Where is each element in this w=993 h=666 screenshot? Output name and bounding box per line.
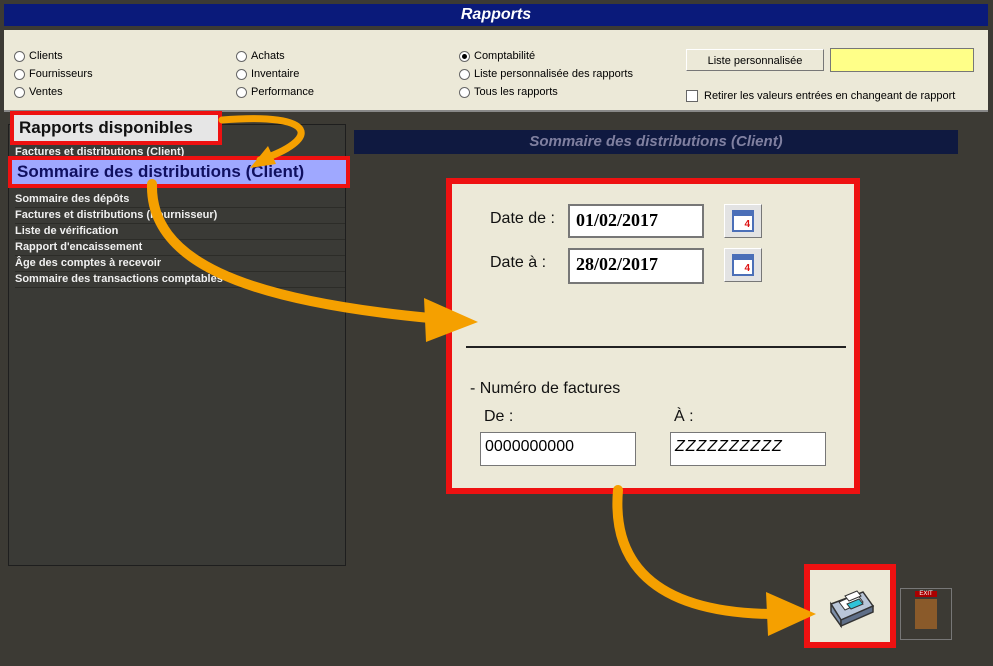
window-title: Rapports: [4, 4, 988, 26]
invoice-from-field[interactable]: 0000000000: [480, 432, 636, 466]
checkbox-box[interactable]: [686, 90, 698, 102]
radio-indicator[interactable]: [459, 68, 470, 80]
report-parameters-panel: Date de : 01/02/2017 4 Date à : 28/02/20…: [446, 178, 860, 494]
date-to-field[interactable]: 28/02/2017: [568, 248, 704, 284]
radio-indicator[interactable]: [14, 68, 25, 80]
radio-indicator[interactable]: [236, 50, 247, 62]
invoice-to-field[interactable]: ZZZZZZZZZZ: [670, 432, 826, 466]
arrow-to-print: [612, 485, 775, 619]
radio-achats[interactable]: Achats: [236, 50, 285, 62]
section-divider: [466, 346, 846, 348]
radio-indicator[interactable]: [236, 86, 247, 98]
radio-indicator[interactable]: [14, 86, 25, 98]
radio-ventes[interactable]: Ventes: [14, 86, 63, 98]
retain-values-label: Retirer les valeurs entrées en changeant…: [704, 90, 956, 102]
radio-clients[interactable]: Clients: [14, 50, 63, 62]
date-from-label: Date de :: [490, 210, 555, 227]
radio-tous-les-rapports[interactable]: Tous les rapports: [459, 86, 558, 98]
radio-indicator[interactable]: [14, 50, 25, 62]
selected-report-item[interactable]: Sommaire des distributions (Client): [8, 156, 350, 188]
list-item[interactable]: Rapport d'encaissement: [15, 240, 345, 256]
list-item[interactable]: Liste de vérification: [15, 224, 345, 240]
retain-values-checkbox[interactable]: Retirer les valeurs entrées en changeant…: [686, 90, 955, 102]
report-title: Sommaire des distributions (Client): [354, 130, 958, 154]
app-window: Rapports Clients Fournisseurs Ventes Ach…: [0, 0, 993, 666]
list-item[interactable]: Factures et distributions (Fournisseur): [15, 208, 345, 224]
radio-indicator[interactable]: [236, 68, 247, 80]
available-reports-header: Rapports disponibles: [10, 111, 222, 145]
radio-inventaire[interactable]: Inventaire: [236, 68, 299, 80]
exit-door-icon: EXIT: [915, 591, 937, 629]
list-item[interactable]: Sommaire des dépôts: [15, 192, 345, 208]
radio-indicator-selected[interactable]: [459, 50, 470, 62]
printer-icon: [829, 590, 875, 629]
list-item[interactable]: Âge des comptes à recevoir: [15, 256, 345, 272]
list-item[interactable]: Sommaire des transactions comptables: [15, 272, 345, 288]
date-from-field[interactable]: 01/02/2017: [568, 204, 704, 238]
radio-indicator[interactable]: [459, 86, 470, 98]
calendar-icon: 4: [732, 254, 754, 276]
date-to-label: Date à :: [490, 254, 547, 271]
radio-liste-personnalisee[interactable]: Liste personnalisée des rapports: [459, 68, 633, 80]
date-from-calendar-button[interactable]: 4: [724, 204, 762, 238]
radio-comptabilite[interactable]: Comptabilité: [459, 50, 535, 62]
custom-list-button[interactable]: Liste personnalisée: [686, 49, 824, 71]
radio-performance[interactable]: Performance: [236, 86, 314, 98]
print-button[interactable]: [804, 564, 896, 648]
invoice-to-label: À :: [674, 408, 694, 425]
date-to-calendar-button[interactable]: 4: [724, 248, 762, 282]
available-reports-list[interactable]: Factures et distributions (Client) Somma…: [8, 124, 346, 566]
invoice-number-label: - Numéro de factures: [470, 380, 621, 397]
invoice-from-label: De :: [484, 408, 514, 425]
exit-button[interactable]: EXIT: [900, 588, 952, 640]
custom-list-input[interactable]: [830, 48, 974, 72]
calendar-icon: 4: [732, 210, 754, 232]
radio-fournisseurs[interactable]: Fournisseurs: [14, 68, 93, 80]
